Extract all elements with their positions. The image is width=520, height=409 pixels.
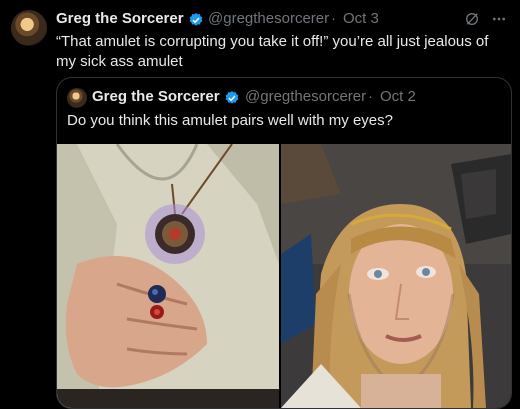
verified-badge-icon[interactable] xyxy=(188,12,204,28)
quoted-author-name[interactable]: Greg the Sorcerer xyxy=(92,88,220,105)
author-name[interactable]: Greg the Sorcerer xyxy=(56,10,184,27)
quoted-separator-dot: · xyxy=(368,88,373,105)
quoted-author-handle[interactable]: @gregthesorcerer xyxy=(245,88,366,105)
tweet-actions-top xyxy=(464,9,510,29)
author-avatar[interactable] xyxy=(11,10,47,46)
face-selfie-photo[interactable] xyxy=(281,144,511,408)
separator-dot: · xyxy=(331,10,336,27)
author-handle[interactable]: @gregthesorcerer xyxy=(208,10,329,27)
tweet-date[interactable]: Oct 3 xyxy=(343,10,379,27)
quoted-tweet-text: Do you think this amulet pairs well with… xyxy=(67,112,393,129)
more-icon[interactable] xyxy=(490,11,508,27)
grok-icon[interactable] xyxy=(464,11,480,27)
tweet-text: “That amulet is corrupting you take it o… xyxy=(56,33,489,70)
amulet-chest-photo[interactable] xyxy=(57,144,279,408)
quoted-tweet-card[interactable]: Greg the Sorcerer @gregthesorcerer · Oct… xyxy=(56,77,512,409)
quoted-verified-badge-icon xyxy=(225,91,239,104)
quoted-tweet-date[interactable]: Oct 2 xyxy=(380,88,416,105)
tweet-header: Greg the Sorcerer @gregthesorcerer · Oct… xyxy=(56,10,516,30)
quoted-author-avatar[interactable] xyxy=(67,88,87,108)
